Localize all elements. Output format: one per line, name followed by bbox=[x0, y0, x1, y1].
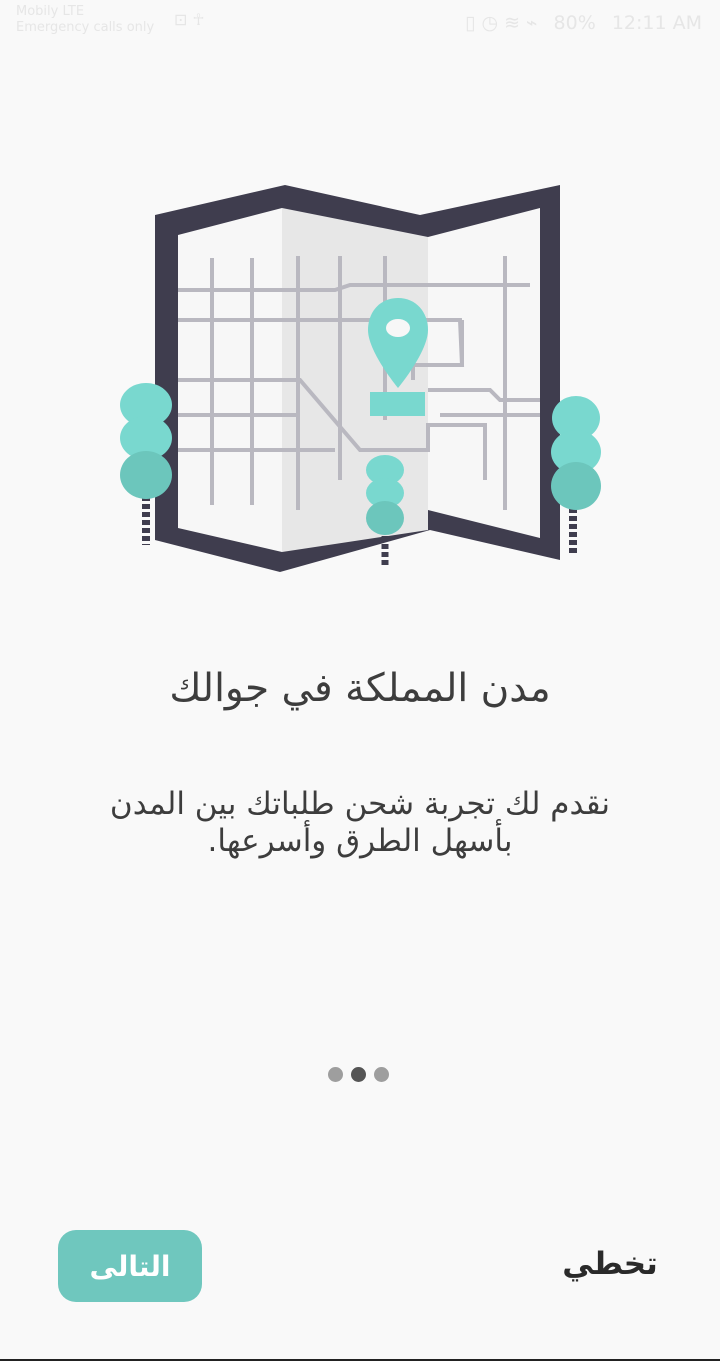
onboarding-title: مدن المملكة في جوالك bbox=[169, 666, 551, 711]
map-icon bbox=[155, 185, 560, 572]
onboarding-description: نقدم لك تجربة شحن طلباتك بين المدن بأسهل… bbox=[109, 786, 611, 859]
skip-button[interactable]: تخطي bbox=[555, 1246, 665, 1290]
carrier-info: Mobily LTE Emergency calls only ⊡ ☥ bbox=[16, 4, 204, 36]
battery-percentage: 80% bbox=[553, 12, 596, 34]
clock: 12:11 AM bbox=[611, 12, 702, 34]
emergency-calls-text: Emergency calls only bbox=[16, 20, 155, 35]
next-button[interactable]: التالى bbox=[58, 1230, 202, 1302]
page-indicator bbox=[328, 1067, 389, 1085]
tree-center bbox=[366, 455, 404, 565]
page-dot-3 bbox=[374, 1067, 389, 1082]
page-dot-1 bbox=[328, 1067, 343, 1082]
system-status-icons: ▯ ◷ ≋ ⌁ bbox=[464, 12, 538, 34]
carrier-name: Mobily LTE bbox=[16, 4, 85, 19]
notification-icons: ⊡ ☥ bbox=[174, 10, 205, 29]
status-indicators: ▯ ◷ ≋ ⌁ 80% 12:11 AM bbox=[455, 12, 702, 34]
status-bar: Mobily LTE Emergency calls only ⊡ ☥ ▯ ◷ … bbox=[0, 0, 720, 44]
page-dot-2-active bbox=[351, 1067, 366, 1082]
map-illustration bbox=[120, 185, 601, 572]
